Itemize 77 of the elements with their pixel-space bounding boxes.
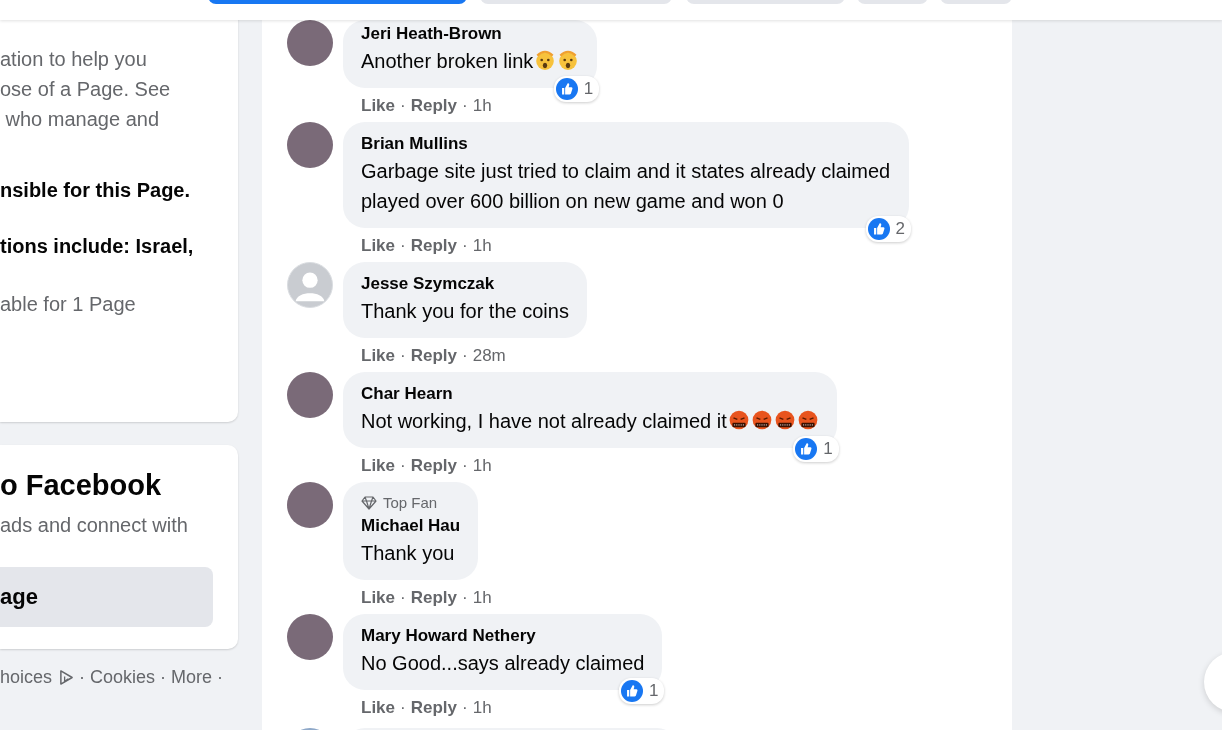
shocked-face-icon — [557, 49, 580, 71]
footer-link[interactable]: hoices — [0, 667, 53, 688]
comment-action-link[interactable]: Reply — [410, 96, 457, 116]
avatar-photo-placeholder[interactable] — [287, 122, 333, 168]
separator-dot: · — [462, 588, 468, 608]
thumbs-up-icon — [555, 78, 578, 100]
card-subtitle: ads and connect with — [0, 513, 189, 538]
avatar-photo-placeholder[interactable] — [287, 20, 333, 66]
comment-action-link[interactable]: Like — [361, 346, 396, 366]
info-text: nsible for this Page. — [0, 178, 192, 203]
separator-dot: · — [160, 667, 167, 688]
separator-dot: · — [400, 346, 406, 366]
avatar-photo-placeholder[interactable] — [287, 614, 333, 660]
separator-dot: · — [462, 456, 468, 476]
card-title: o Facebook — [0, 468, 163, 503]
comment-text: No Good...says already claimed — [361, 652, 645, 674]
info-text: ation to help you ose of a Page. See who manage and — [0, 47, 172, 132]
avatar-photo-placeholder[interactable] — [287, 372, 333, 418]
comment-time[interactable]: 1h — [472, 236, 492, 256]
comment-action-link[interactable]: Reply — [410, 346, 457, 366]
comment-action-link[interactable]: Like — [361, 236, 396, 256]
comment-text: Not working, I have not already claimed it — [361, 410, 727, 432]
thumbs-up-icon — [795, 438, 818, 460]
separator-dot: · — [400, 96, 406, 116]
create-page-button[interactable]: age — [0, 567, 213, 627]
angry-face-icon — [750, 409, 773, 431]
commenter-name[interactable]: Jeri Heath-Brown — [361, 22, 580, 46]
reaction-count[interactable]: 2 — [865, 216, 911, 242]
info-text: tions include: Israel, — [0, 234, 195, 259]
comment-text: Garbage site just tried to claim and it states already claimed played over 600 billion on new game and won 0 — [361, 160, 891, 212]
comment-action-link[interactable]: Reply — [410, 588, 457, 608]
reaction-count[interactable]: 1 — [793, 436, 839, 462]
footer-link[interactable]: More — [171, 667, 213, 688]
footer-link[interactable]: Cookies — [90, 667, 156, 688]
commenter-name[interactable]: Mary Howard Nethery — [361, 624, 645, 648]
comment-action-link[interactable]: Reply — [410, 456, 457, 476]
comment-action-link[interactable]: Reply — [410, 236, 457, 256]
comment-time[interactable]: 1h — [472, 96, 492, 116]
angry-face-icon — [796, 409, 819, 431]
separator-dot: · — [217, 667, 224, 688]
reaction-count[interactable]: 1 — [619, 678, 665, 704]
commenter-name[interactable]: Michael Hau — [361, 514, 461, 538]
separator-dot: · — [462, 236, 468, 256]
thumbs-up-icon — [867, 218, 890, 240]
separator-dot: · — [400, 698, 406, 718]
separator-dot: · — [462, 698, 468, 718]
comment-time[interactable]: 1h — [472, 588, 492, 608]
diamond-icon — [361, 496, 377, 510]
commenter-name[interactable]: Brian Mullins — [361, 132, 891, 156]
separator-dot: · — [79, 667, 86, 688]
avatar-photo-placeholder[interactable] — [287, 482, 333, 528]
separator-dot: · — [400, 236, 406, 256]
separator-dot: · — [462, 346, 468, 366]
comment-action-link[interactable]: Like — [361, 698, 396, 718]
commenter-name[interactable]: Jesse Szymczak — [361, 272, 569, 296]
info-text: able for 1 Page — [0, 292, 137, 317]
comment-action-link[interactable]: Like — [361, 588, 396, 608]
reaction-count[interactable]: 1 — [553, 76, 600, 102]
top-fan-label: Top Fan — [383, 493, 438, 513]
commenter-name[interactable]: Char Hearn — [361, 382, 819, 406]
separator-dot: · — [400, 588, 406, 608]
separator-dot: · — [400, 456, 406, 476]
comment-action-link[interactable]: Reply — [410, 698, 457, 718]
shocked-face-icon — [534, 49, 557, 71]
separator-dot: · — [462, 96, 468, 116]
comment-time[interactable]: 28m — [472, 346, 506, 366]
ad-choices-icon — [59, 669, 75, 686]
comment-text: Thank you — [361, 542, 455, 564]
angry-face-icon — [773, 409, 796, 431]
comment-action-link[interactable]: Like — [361, 456, 396, 476]
thumbs-up-icon — [621, 680, 643, 702]
angry-face-icon — [727, 409, 750, 431]
comment-text: Another broken link — [361, 50, 534, 72]
comment-text: Thank you for the coins — [361, 300, 569, 322]
comment-action-link[interactable]: Like — [361, 96, 396, 116]
comment-time[interactable]: 1h — [472, 698, 492, 718]
comment-time[interactable]: 1h — [472, 456, 492, 476]
